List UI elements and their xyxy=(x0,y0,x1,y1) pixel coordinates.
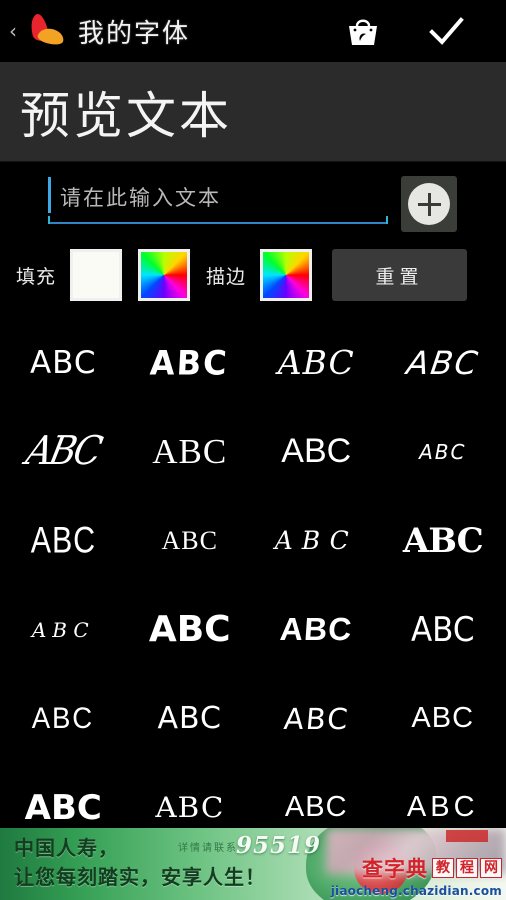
font-sample-14[interactable]: ABC xyxy=(127,585,254,674)
font-sample-text: ABC xyxy=(31,617,95,642)
top-bar-actions xyxy=(344,13,466,49)
site-watermark: 查字典 教 程 网 jiaocheng.chazidian.com xyxy=(331,853,502,898)
shopping-basket-icon[interactable] xyxy=(344,13,382,49)
font-sample-text: ABC xyxy=(24,787,102,828)
ad-subtext: 详情请联系 xyxy=(178,843,238,854)
font-sample-row: ABC ABC ABC ABC xyxy=(0,407,506,496)
font-sample-row: ABC ABC ABC ABC xyxy=(0,585,506,674)
font-sample-text: ABC xyxy=(277,343,355,382)
app-logo-icon xyxy=(21,11,66,51)
plus-icon xyxy=(408,183,450,225)
watermark-brand: 查字典 xyxy=(362,857,428,881)
font-sample-text: ABC xyxy=(149,342,231,383)
ad-red-tag xyxy=(446,830,488,842)
font-sample-text: ABC xyxy=(22,428,104,475)
confirm-check-icon[interactable] xyxy=(426,13,466,49)
fill-color-swatch[interactable] xyxy=(70,249,123,301)
font-sample-row: ABC ABC ABC ABC xyxy=(0,674,506,763)
font-sample-text: ABC xyxy=(410,610,475,649)
font-sample-8[interactable]: ABC xyxy=(380,407,506,496)
watermark-box-2: 程 xyxy=(456,858,478,878)
font-sample-text: ABC xyxy=(32,701,95,735)
font-sample-23[interactable]: ABC xyxy=(253,763,380,830)
font-sample-text: ABC xyxy=(30,519,96,561)
font-sample-7[interactable]: ABC xyxy=(253,407,380,496)
font-sample-row: ABC ABC ABC ABC xyxy=(0,763,506,830)
back-button[interactable]: ‹ xyxy=(6,18,20,44)
font-sample-text: ABC xyxy=(281,432,352,470)
font-sample-16[interactable]: ABC xyxy=(380,585,506,674)
font-sample-11[interactable]: ABC xyxy=(253,496,380,585)
fill-label: 填充 xyxy=(16,265,57,288)
font-sample-3[interactable]: ABC xyxy=(253,318,380,407)
font-sample-19[interactable]: ABC xyxy=(253,674,380,763)
font-preview-screen: ‹ 我的字体 预览文本 请在此输入文本 填充 描边 重置 ABC ABC ABC… xyxy=(0,0,506,900)
font-sample-row: ABC ABC ABC ABC xyxy=(0,496,506,585)
text-caret xyxy=(48,177,51,213)
font-sample-row: ABC ABC ABC ABC xyxy=(0,318,506,407)
add-text-button[interactable] xyxy=(401,176,457,232)
font-sample-text: ABC xyxy=(411,702,475,734)
style-controls-row: 填充 描边 重置 xyxy=(0,246,506,304)
watermark-box-3: 网 xyxy=(480,858,502,878)
preview-text-header: 预览文本 xyxy=(0,62,506,162)
font-sample-text: ABC xyxy=(148,609,231,650)
font-sample-20[interactable]: ABC xyxy=(380,674,506,763)
stroke-color-wheel-swatch[interactable] xyxy=(260,249,313,301)
font-sample-text: ABC xyxy=(155,791,225,824)
font-sample-grid: ABC ABC ABC ABC ABC ABC ABC ABC ABC ABC ABC ABC ABC A… xyxy=(0,318,506,830)
font-sample-18[interactable]: ABC xyxy=(127,674,254,763)
app-title: 我的字体 xyxy=(78,18,191,49)
input-underline xyxy=(48,216,388,224)
font-sample-text: ABC xyxy=(284,791,348,823)
ad-phone-number: 95519 xyxy=(236,832,322,859)
font-sample-text: ABC xyxy=(161,525,218,555)
font-sample-text: ABC xyxy=(402,520,484,561)
preview-text-input[interactable]: 请在此输入文本 xyxy=(48,174,388,224)
font-sample-text: ABC xyxy=(152,431,228,471)
stroke-label: 描边 xyxy=(206,265,247,288)
font-sample-6[interactable]: ABC xyxy=(127,407,254,496)
font-sample-text: ABC xyxy=(406,791,479,823)
font-sample-24[interactable]: ABC xyxy=(380,763,506,830)
font-sample-22[interactable]: ABC xyxy=(127,763,254,830)
watermark-boxes: 教 程 网 xyxy=(432,858,502,878)
font-sample-4[interactable]: ABC xyxy=(380,318,506,407)
ad-headline-line2: 让您每刻踏实，安享人生！ xyxy=(14,865,266,889)
font-sample-text: ABC xyxy=(278,611,354,647)
font-sample-15[interactable]: ABC xyxy=(253,585,380,674)
preview-text-title: 预览文本 xyxy=(20,86,232,145)
font-sample-12[interactable]: ABC xyxy=(380,496,506,585)
font-sample-text: ABC xyxy=(403,343,482,382)
font-sample-text: ABC xyxy=(29,344,97,381)
font-sample-text: ABC xyxy=(157,701,223,736)
font-sample-text: ABC xyxy=(419,439,467,464)
font-sample-5[interactable]: ABC xyxy=(0,407,127,496)
font-sample-1[interactable]: ABC xyxy=(0,318,127,407)
font-sample-17[interactable]: ABC xyxy=(0,674,127,763)
font-sample-2[interactable]: ABC xyxy=(127,318,254,407)
watermark-box-1: 教 xyxy=(432,858,454,878)
top-app-bar: ‹ 我的字体 xyxy=(0,0,506,62)
font-sample-text: ABC xyxy=(282,701,351,736)
font-sample-21[interactable]: ABC xyxy=(0,763,127,830)
font-sample-13[interactable]: ABC xyxy=(0,585,127,674)
font-sample-9[interactable]: ABC xyxy=(0,496,127,585)
fill-color-wheel-swatch[interactable] xyxy=(138,249,191,301)
watermark-top-row: 查字典 教 程 网 xyxy=(362,853,502,883)
input-placeholder: 请在此输入文本 xyxy=(60,186,221,210)
font-sample-10[interactable]: ABC xyxy=(127,496,254,585)
reset-button[interactable]: 重置 xyxy=(332,249,468,301)
font-sample-text: ABC xyxy=(274,526,358,555)
watermark-url: jiaocheng.chazidian.com xyxy=(330,884,502,898)
ad-banner[interactable]: 中国人寿， 让您每刻踏实，安享人生！ 详情请联系 95519 查字典 教 程 网… xyxy=(0,828,506,900)
